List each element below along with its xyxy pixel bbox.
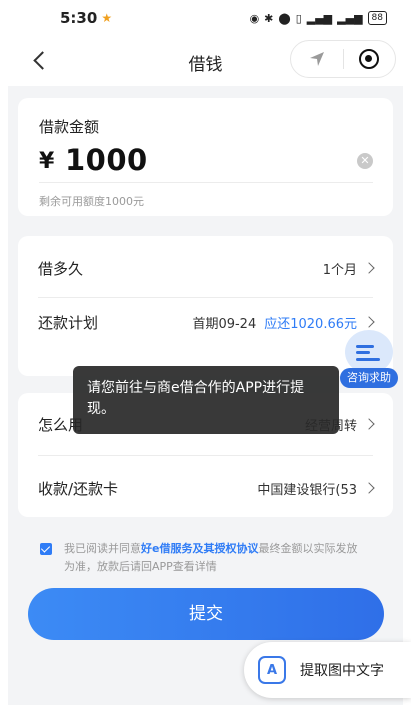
location-arrow-icon (309, 52, 324, 66)
chevron-right-icon (363, 482, 375, 494)
weather-icon: ★ (101, 11, 113, 25)
agreement-checkbox[interactable] (40, 543, 52, 555)
location-arrow-button[interactable] (291, 41, 343, 77)
divider (38, 455, 373, 456)
signal-icon-2: ▂▄▆ (337, 11, 363, 25)
plan-card: 借多久 1个月 还款计划 首期09-24 应还1020.66元 (18, 236, 393, 376)
duration-row[interactable]: 借多久 1个月 (38, 243, 375, 293)
agreement-text: 我已阅读并同意好e借服务及其授权协议最终金额以实际发放为准，放款后请回APP查看… (40, 540, 360, 576)
amount-input-row[interactable]: ¥ 1000 ✕ (39, 143, 373, 183)
chevron-right-icon (363, 418, 375, 430)
bank-card-value-text: 中国建设银行(53 (257, 482, 357, 498)
amount-label: 借款金额 (39, 118, 100, 136)
target-icon (359, 49, 380, 69)
repay-plan-label: 还款计划 (38, 313, 99, 332)
edit-note-icon (356, 341, 382, 363)
location-icon: ⬤ (278, 11, 291, 25)
extract-text-button[interactable]: A 提取图中文字 (244, 642, 411, 698)
extract-text-label: 提取图中文字 (300, 663, 384, 679)
status-icons: ◉ ✱ ⬤ ▯ ▂▄▆ ▂▄▆ 88 (250, 11, 387, 25)
consult-label: 咨询求助 (340, 368, 398, 388)
bank-card-row[interactable]: 收款/还款卡 中国建设银行(53 (38, 463, 375, 513)
available-limit-hint: 剩余可用额度1000元 (39, 195, 144, 208)
repay-amount: 应还1020.66元 (264, 316, 357, 332)
agreement: 我已阅读并同意好e借服务及其授权协议最终金额以实际发放为准，放款后请回APP查看… (40, 540, 360, 576)
currency-symbol: ¥ (39, 149, 55, 174)
bank-card-label: 收款/还款卡 (38, 479, 119, 498)
eye-icon: ◉ (249, 11, 260, 25)
close-mini-program-button[interactable] (343, 41, 395, 77)
submit-button[interactable]: 提交 (28, 588, 384, 640)
signal-icon: ▂▄▆ (306, 11, 333, 25)
repay-plan-value: 首期09-24 应还1020.66元 (192, 313, 375, 332)
consult-help-button[interactable]: 咨询求助 (340, 330, 398, 388)
clear-icon[interactable]: ✕ (357, 153, 373, 169)
text-scan-icon: A (258, 656, 286, 684)
chevron-right-icon (363, 316, 375, 328)
duration-value: 1个月 (322, 259, 375, 278)
agreement-prefix: 我已阅读并同意 (64, 542, 141, 555)
repay-first-date: 首期09-24 (192, 316, 257, 332)
amount-input[interactable]: 1000 (65, 143, 148, 177)
duration-label: 借多久 (38, 259, 84, 278)
chevron-right-icon (363, 262, 375, 274)
vibrate-icon: ▯ (295, 11, 302, 25)
toast-message: 请您前往与商e借合作的APP进行提现。 (73, 366, 339, 434)
amount-card: 借款金额 ¥ 1000 ✕ 剩余可用额度1000元 (18, 98, 393, 216)
battery-icon: 88 (367, 11, 387, 25)
mini-program-capsule (290, 40, 396, 78)
bank-card-value: 中国建设银行(53 (257, 479, 375, 498)
nav-bar: 借钱 (0, 36, 411, 84)
agreement-link[interactable]: 好e借服务及其授权协议 (141, 542, 258, 555)
duration-value-text: 1个月 (322, 262, 357, 278)
repay-plan-row[interactable]: 还款计划 首期09-24 应还1020.66元 (38, 297, 375, 347)
bluetooth-icon: ✱ (264, 11, 274, 25)
status-time: 5:30 (60, 9, 98, 27)
status-bar: 5:30 ★ ◉ ✱ ⬤ ▯ ▂▄▆ ▂▄▆ 88 (0, 0, 411, 36)
